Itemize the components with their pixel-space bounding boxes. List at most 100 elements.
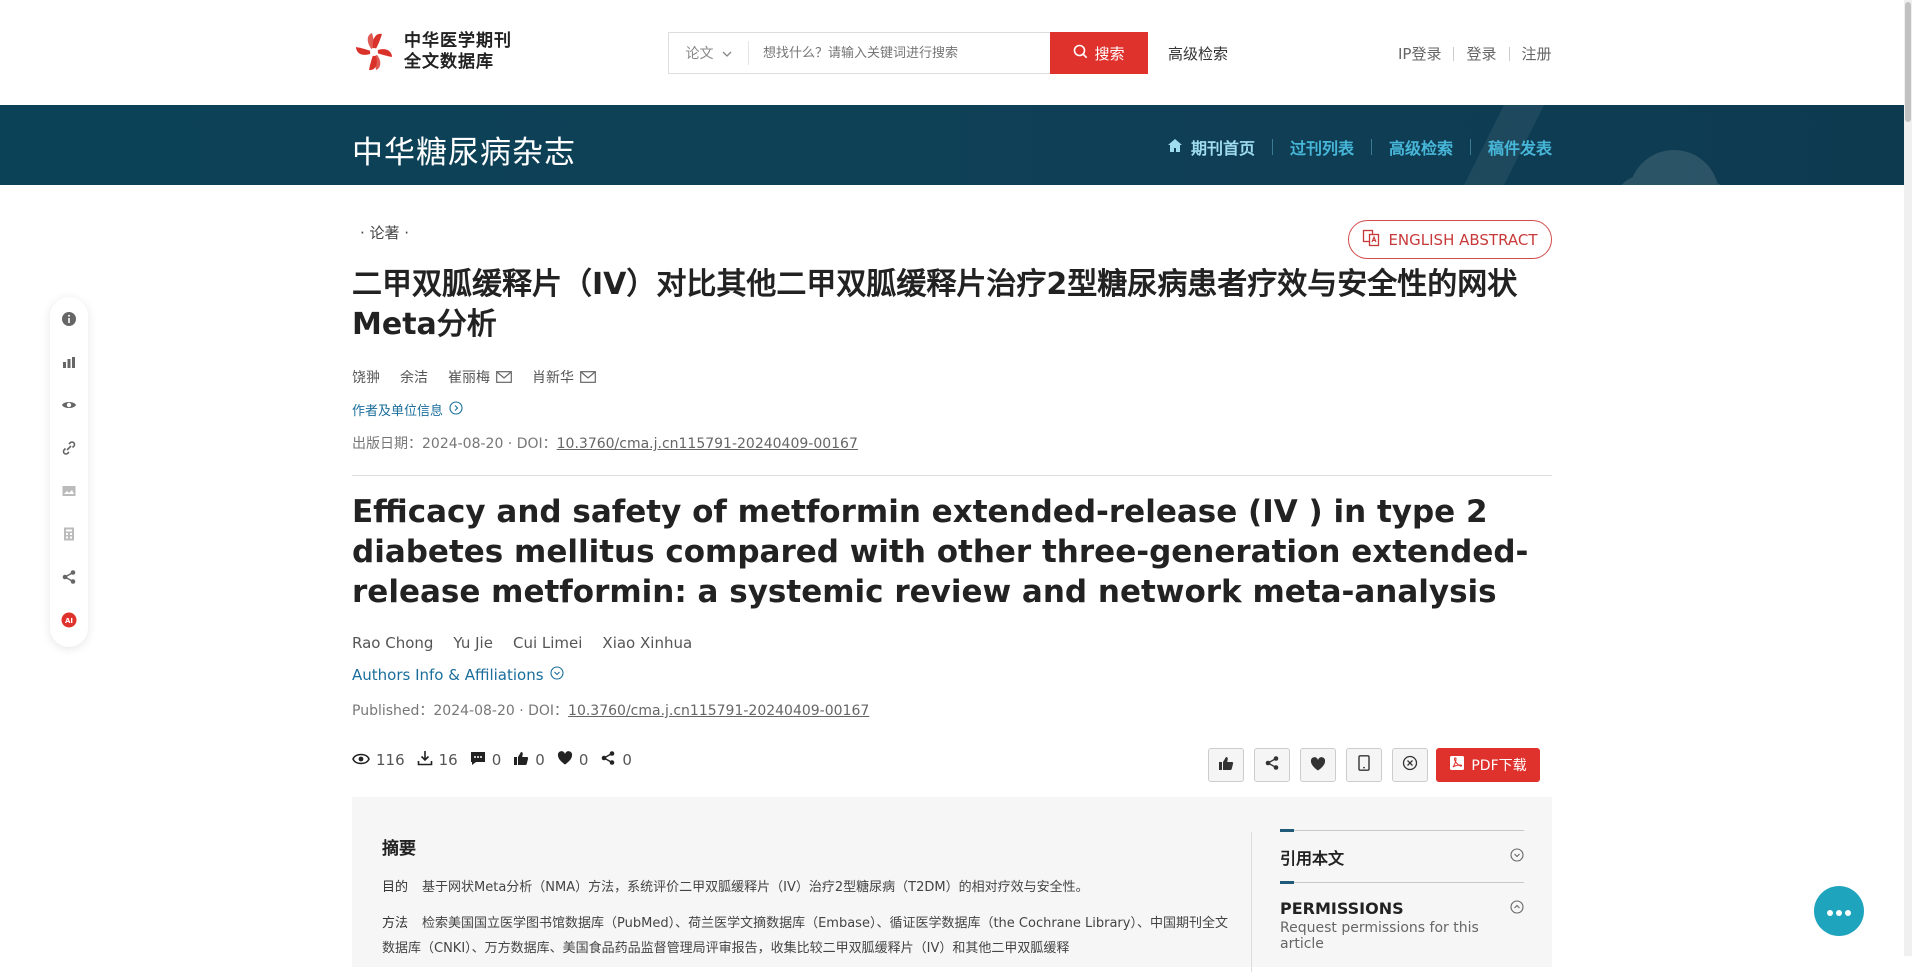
article-actions: PDF下载 <box>1208 748 1540 782</box>
author-name[interactable]: Cui Limei <box>513 634 582 652</box>
table-icon[interactable] <box>61 526 77 542</box>
author-name[interactable]: 余洁 <box>400 367 428 387</box>
mobile-view-button[interactable] <box>1346 748 1382 782</box>
nav-label: 期刊首页 <box>1190 139 1255 158</box>
divider <box>1453 46 1455 61</box>
author-item: 崔丽梅 <box>448 367 512 387</box>
author-name[interactable]: Xiao Xinhua <box>602 634 692 652</box>
share-button[interactable] <box>1254 748 1290 782</box>
nav-submission[interactable]: 稿件发表 <box>1488 135 1552 159</box>
journal-banner: 中华糖尿病杂志 期刊首页 过刊列表 高级检索 稿件发表 <box>0 105 1904 185</box>
search-button[interactable]: 搜索 <box>1050 32 1148 74</box>
article-category: · 论著 · <box>360 224 410 242</box>
doi-link[interactable]: 10.3760/cma.j.cn115791-20240409-00167 <box>557 436 858 452</box>
mail-icon[interactable] <box>496 371 512 383</box>
heart-icon <box>1310 756 1326 775</box>
cite-article-toggle[interactable]: 引用本文 <box>1280 829 1524 882</box>
cite-panel: 引用本文 PERMISSIONS Request permissions for… <box>1280 829 1524 952</box>
eye-icon[interactable] <box>61 397 77 413</box>
chat-button[interactable] <box>1814 886 1864 936</box>
search-type-label: 论文 <box>685 46 714 62</box>
pdf-icon <box>1449 755 1465 775</box>
image-icon[interactable] <box>61 483 77 499</box>
share-icon <box>600 750 616 770</box>
author-name[interactable]: Yu Jie <box>453 634 493 652</box>
author-name[interactable]: 肖新华 <box>532 367 574 387</box>
likes-count: 0 <box>535 751 545 769</box>
objective-text: 基于网状Meta分析（NMA）方法，系统评价二甲双胍缓释片（IV）治疗2型糖尿病… <box>422 880 1089 895</box>
pdf-download-button[interactable]: PDF下载 <box>1436 748 1540 782</box>
advanced-search-link[interactable]: 高级检索 <box>1168 43 1228 64</box>
search-bar: 论文 搜索 <box>668 32 1148 74</box>
download-icon <box>417 750 433 770</box>
downloads-count: 16 <box>438 751 458 769</box>
floating-toolbar: AI <box>50 297 88 647</box>
article-title-en: Efficacy and safety of metformin extende… <box>352 494 1529 610</box>
translate-icon <box>1362 229 1380 251</box>
views-stat: 116 <box>352 751 405 769</box>
comment-icon <box>470 751 486 770</box>
pdf-download-label: PDF下载 <box>1471 758 1527 774</box>
author-list-en: Rao Chong Yu Jie Cui Limei Xiao Xinhua <box>352 634 692 652</box>
thumbs-up-icon <box>513 751 529 770</box>
logo-text: 中华医学期刊 全文数据库 <box>404 31 512 73</box>
publication-info-en: Published：2024-08-20 · DOI：10.3760/cma.j… <box>352 700 869 720</box>
ip-login-link[interactable]: IP登录 <box>1398 43 1441 64</box>
chevron-circle-right-icon <box>449 400 463 419</box>
favorite-button[interactable] <box>1300 748 1336 782</box>
search-type-select[interactable]: 论文 <box>669 41 749 65</box>
scrollbar-thumb[interactable] <box>1905 2 1911 122</box>
like-button[interactable] <box>1208 748 1244 782</box>
chevron-circle-up-icon <box>1510 899 1524 918</box>
heart-icon <box>557 751 573 769</box>
author-name[interactable]: 崔丽梅 <box>448 367 490 387</box>
search-icon <box>1073 44 1088 63</box>
home-icon <box>1167 138 1183 157</box>
doi-link[interactable]: 10.3760/cma.j.cn115791-20240409-00167 <box>568 703 869 719</box>
author-name[interactable]: Rao Chong <box>352 634 433 652</box>
share-icon[interactable] <box>61 569 77 585</box>
svg-text:AI: AI <box>65 617 73 625</box>
ai-icon[interactable]: AI <box>61 612 77 628</box>
close-button[interactable] <box>1392 748 1428 782</box>
logo-line2: 全文数据库 <box>404 52 494 72</box>
favorites-stat: 0 <box>557 751 588 769</box>
column-divider <box>1251 832 1252 972</box>
comments-count: 0 <box>491 751 502 769</box>
pubdate-label: Published：2024-08-20 · DOI： <box>352 703 569 719</box>
top-header: 中华医学期刊 全文数据库 论文 搜索 高级检索 IP登录 登录 注册 <box>0 0 1904 105</box>
permissions-toggle[interactable]: PERMISSIONS <box>1280 881 1524 934</box>
chevron-circle-down-icon <box>549 666 564 684</box>
pubdate-label: 出版日期：2024-08-20 · DOI： <box>352 436 557 452</box>
divider <box>1508 46 1510 61</box>
link-icon[interactable] <box>61 440 77 456</box>
journal-title[interactable]: 中华糖尿病杂志 <box>352 127 576 172</box>
login-link[interactable]: 登录 <box>1466 43 1496 64</box>
article-stats: 116 16 0 0 0 0 <box>352 750 644 770</box>
search-button-label: 搜索 <box>1094 44 1125 63</box>
auth-links: IP登录 登录 注册 <box>1398 43 1552 64</box>
likes-stat: 0 <box>513 751 545 770</box>
author-item: 肖新华 <box>532 367 596 387</box>
journal-nav: 期刊首页 过刊列表 高级检索 稿件发表 <box>1167 135 1552 159</box>
nav-advanced-search[interactable]: 高级检索 <box>1389 135 1453 159</box>
permissions-title: PERMISSIONS <box>1280 899 1404 918</box>
chart-icon[interactable] <box>61 354 77 370</box>
author-name[interactable]: 饶翀 <box>352 367 380 387</box>
page-scrollbar[interactable] <box>1904 0 1912 956</box>
nav-past-issues[interactable]: 过刊列表 <box>1290 135 1354 159</box>
info-icon[interactable] <box>61 311 77 327</box>
english-abstract-button[interactable]: ENGLISH ABSTRACT <box>1348 220 1552 259</box>
site-logo[interactable]: 中华医学期刊 全文数据库 <box>352 29 512 75</box>
author-affiliations-toggle-en[interactable]: Authors Info & Affiliations <box>352 666 564 684</box>
share-icon <box>1264 755 1280 775</box>
divider <box>1370 139 1372 155</box>
abstract-methods: 方法 检索美国国立医学图书馆数据库（PubMed）、荷兰医学文摘数据库（Embas… <box>382 911 1232 961</box>
mail-icon[interactable] <box>580 371 596 383</box>
author-affiliations-toggle-cn[interactable]: 作者及单位信息 <box>352 400 463 419</box>
register-link[interactable]: 注册 <box>1522 43 1552 64</box>
aff-link-label: 作者及单位信息 <box>352 404 444 419</box>
shares-stat: 0 <box>600 750 632 770</box>
nav-journal-home[interactable]: 期刊首页 <box>1167 135 1255 159</box>
article-title-cn: 二甲双胍缓释片（IV）对比其他二甲双胍缓释片治疗2型糖尿病患者疗效与安全性的网状… <box>352 267 1518 342</box>
